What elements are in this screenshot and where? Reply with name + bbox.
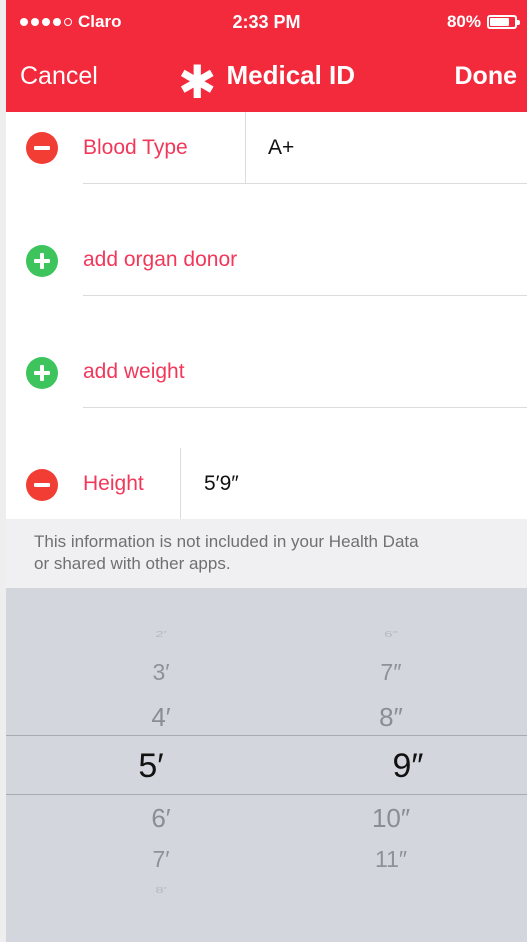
inches-option[interactable]: 6″: [331, 630, 451, 639]
add-weight-label[interactable]: add weight: [83, 360, 185, 384]
inches-option[interactable]: 10″: [331, 803, 451, 834]
remove-height-button[interactable]: [26, 469, 58, 501]
navigation-header: Claro 2:33 PM 80% Cancel ✱ Medical ID Do…: [6, 0, 527, 112]
battery-icon: [487, 15, 520, 29]
add-organ-donor-label[interactable]: add organ donor: [83, 248, 237, 272]
feet-option[interactable]: 7′: [101, 846, 221, 873]
info-footnote: This information is not included in your…: [6, 519, 527, 588]
height-label: Height: [83, 472, 144, 495]
add-organ-donor-button[interactable]: [26, 245, 58, 277]
divider: [180, 448, 181, 519]
divider: [245, 112, 246, 184]
feet-option[interactable]: 2′: [101, 630, 221, 639]
blood-type-label: Blood Type: [83, 136, 188, 159]
height-value[interactable]: 5′9″: [204, 472, 239, 496]
done-button[interactable]: Done: [455, 62, 518, 91]
height-row: Height 5′9″: [6, 448, 527, 519]
blood-type-value[interactable]: A+: [268, 136, 294, 160]
page-title: ✱ Medical ID: [6, 59, 527, 105]
minus-icon: [34, 483, 50, 487]
feet-option[interactable]: 4′: [101, 702, 221, 733]
status-battery: 80%: [446, 12, 520, 32]
remove-blood-type-button[interactable]: [26, 132, 58, 164]
minus-icon: [34, 146, 50, 150]
blood-type-row: Blood Type A+: [6, 112, 527, 184]
organ-donor-row[interactable]: add organ donor: [6, 224, 527, 296]
weight-row[interactable]: add weight: [6, 336, 527, 408]
inches-option[interactable]: 11″: [331, 846, 451, 873]
asterisk-icon: ✱: [177, 55, 217, 108]
inches-selected[interactable]: 9″: [348, 747, 468, 786]
height-picker[interactable]: 2′ 3′ 4′ 5′ 6′ 7′ 8′ 6″ 7″ 8″ 9″ 10″ 11″: [6, 588, 527, 942]
divider: [83, 183, 527, 184]
picker-selection-top: [6, 735, 527, 736]
picker-selection-bottom: [6, 794, 527, 795]
add-weight-button[interactable]: [26, 357, 58, 389]
divider: [83, 407, 527, 408]
feet-option[interactable]: 8′: [101, 886, 221, 895]
feet-option[interactable]: 6′: [101, 803, 221, 834]
inches-option[interactable]: 8″: [331, 702, 451, 733]
feet-option[interactable]: 3′: [101, 659, 221, 686]
divider: [83, 295, 527, 296]
page-title-text: Medical ID: [226, 60, 356, 90]
info-text-line1: This information is not included in your…: [34, 532, 419, 551]
inches-option[interactable]: 7″: [331, 659, 451, 686]
battery-percent: 80%: [446, 12, 481, 31]
info-text-line2: or shared with other apps.: [34, 554, 231, 573]
feet-selected[interactable]: 5′: [91, 747, 211, 786]
